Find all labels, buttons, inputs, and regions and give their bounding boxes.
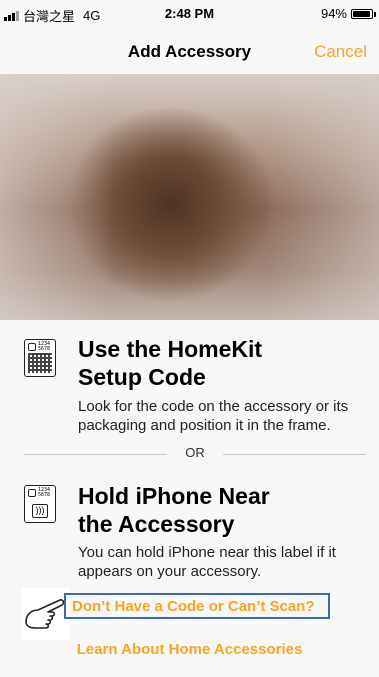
nfc-wave-icon: ))) xyxy=(32,504,48,518)
battery-percent: 94% xyxy=(320,6,347,21)
lock-icon xyxy=(28,343,36,351)
nfc-icon-digits: 1234 5678 xyxy=(38,487,51,498)
or-label: OR xyxy=(185,445,205,460)
or-divider: OR xyxy=(24,445,366,463)
nav-bar: Add Accessory Cancel xyxy=(0,26,379,74)
qr-icon-digits: 1234 5678 xyxy=(38,341,51,352)
battery-fill xyxy=(353,10,370,17)
qr-code-icon: 1234 5678 xyxy=(24,339,56,377)
status-bar: 台灣之星 4G 2:48 PM 94% xyxy=(0,0,379,26)
pointing-hand-icon xyxy=(22,588,70,640)
learn-about-accessories-link[interactable]: Learn About Home Accessories xyxy=(0,641,379,658)
setup-code-description: Look for the code on the accessory or it… xyxy=(78,398,349,434)
nfc-tag-icon: 1234 5678 ))) xyxy=(24,485,56,523)
battery-icon xyxy=(351,8,376,19)
cancel-button[interactable]: Cancel xyxy=(314,42,367,62)
setup-code-title-line2: Setup Code xyxy=(78,364,206,390)
nfc-title-line2: the Accessory xyxy=(78,511,235,537)
qr-grid-icon xyxy=(28,353,52,373)
nfc-title-line1: Hold iPhone Near xyxy=(78,483,270,509)
no-code-link[interactable]: Don’t Have a Code or Can’t Scan? xyxy=(72,598,315,615)
divider-line-right xyxy=(223,454,366,455)
lock-icon xyxy=(28,489,36,497)
nfc-description: You can hold iPhone near this label if i… xyxy=(78,544,336,579)
camera-viewfinder xyxy=(0,74,379,320)
setup-code-title-line1: Use the HomeKit xyxy=(78,336,263,362)
status-right: 94% xyxy=(320,6,376,21)
